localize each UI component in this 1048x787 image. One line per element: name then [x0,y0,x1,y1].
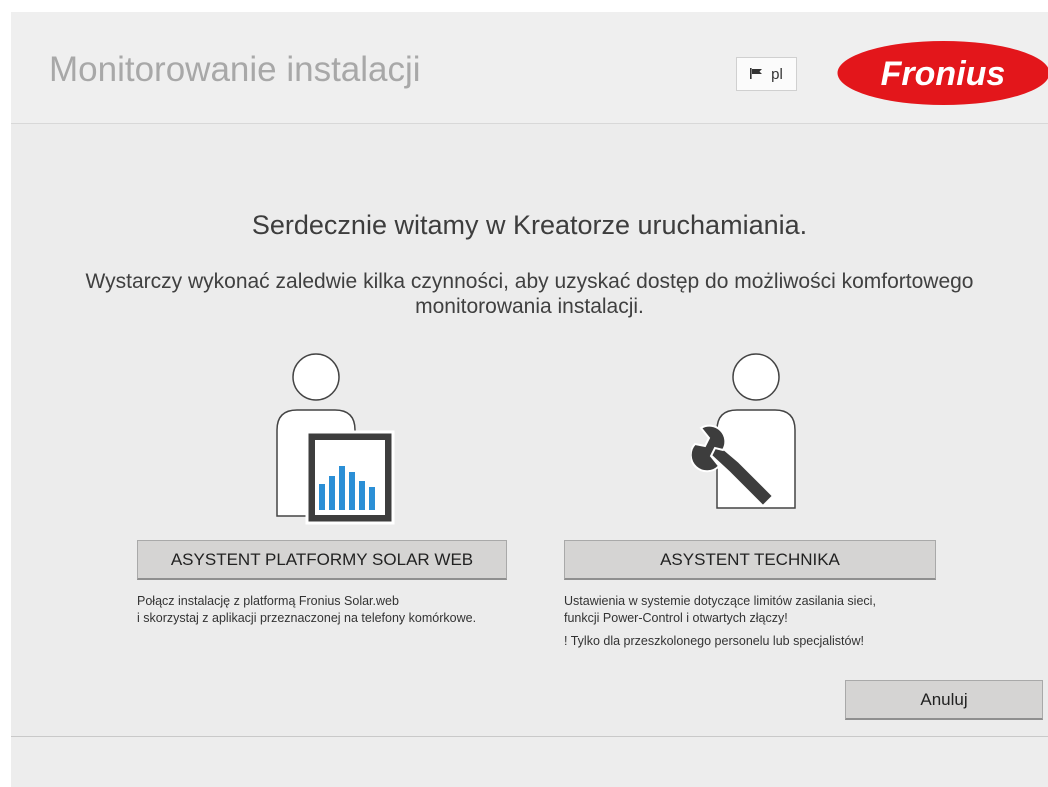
language-code: pl [771,65,783,83]
solarweb-wizard-button[interactable]: ASYSTENT PLATFORMY SOLAR WEB [137,540,507,580]
intro-text: Wystarczy wykonać zaledwie kilka czynnoś… [85,270,974,318]
footer [11,737,1048,787]
page-title: Monitorowanie instalacji [49,50,421,89]
technician-warning: ! Tylko dla przeszkolonego personelu lub… [564,634,864,648]
solarweb-description: Połącz instalację z platformą Fronius So… [137,594,477,625]
solarweb-user-icon [276,353,395,525]
header: Monitorowanie instalacji pl Fronius [11,12,1048,124]
technician-description: Ustawienia w systemie dotyczące limitów … [564,594,876,648]
wizard-window: Monitorowanie instalacji pl Fronius Serd… [11,12,1048,787]
welcome-heading: Serdecznie witamy w Kreatorze uruchamian… [251,210,808,240]
main-content: Serdecznie witamy w Kreatorze uruchamian… [11,124,1048,737]
cancel-button[interactable]: Anuluj [845,680,1043,720]
technician-wizard-button[interactable]: ASYSTENT TECHNIKA [564,540,936,580]
flag-icon [750,66,763,83]
brand-name: Fronius [881,55,1006,93]
technician-user-icon [691,353,796,509]
fronius-logo: Fronius [837,41,1048,105]
language-selector[interactable]: pl [736,57,797,91]
